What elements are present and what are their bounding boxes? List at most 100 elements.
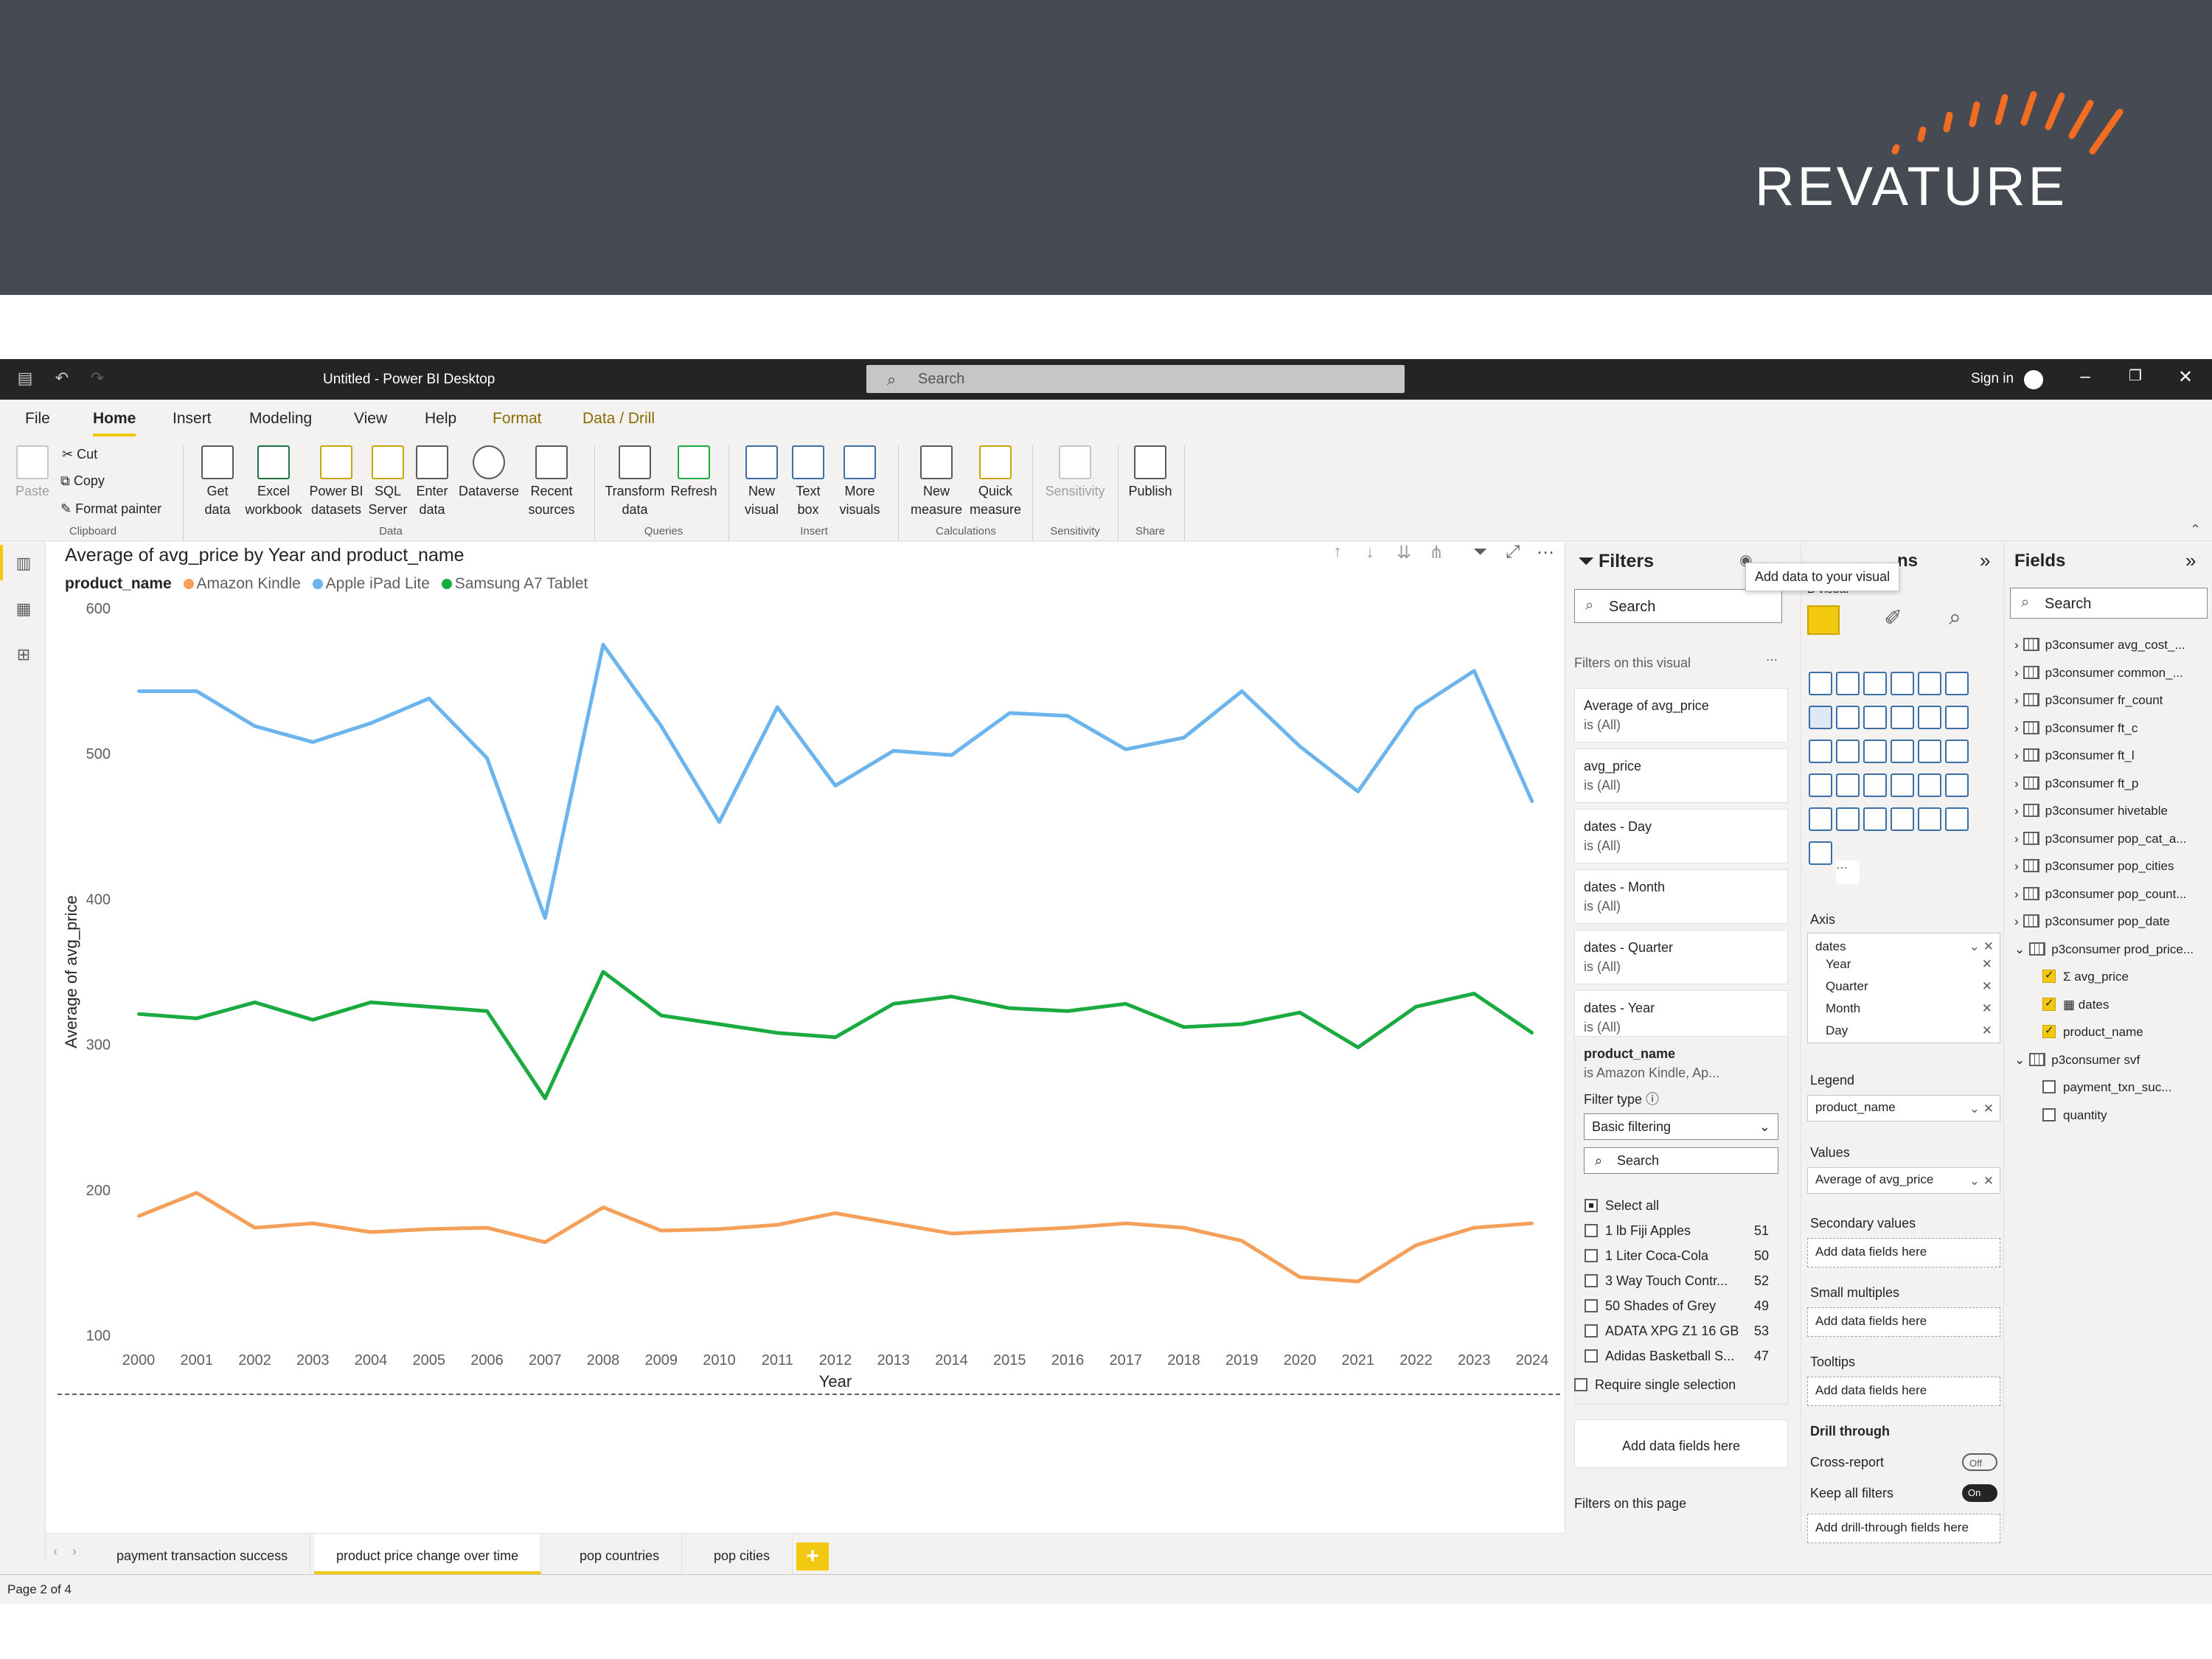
cross-report-toggle[interactable]: Off bbox=[1962, 1453, 1997, 1471]
remove-icon[interactable]: ⌄ ✕ bbox=[1969, 939, 1994, 954]
visual-type-icon[interactable] bbox=[1809, 773, 1832, 797]
field-item[interactable]: ▦ dates bbox=[2014, 997, 2212, 1012]
sql-server-button[interactable]: SQL Server bbox=[367, 445, 408, 519]
filter-value-item[interactable]: 1 Liter Coca-Cola 50 bbox=[1585, 1248, 1769, 1273]
tooltips-well[interactable]: Add data fields here bbox=[1807, 1377, 2000, 1406]
remove-icon[interactable]: ✕ bbox=[1982, 1023, 1992, 1038]
visual-type-icon[interactable] bbox=[1945, 807, 1969, 831]
visual-type-icon[interactable]: ⋯ bbox=[1836, 860, 1860, 884]
checkbox[interactable] bbox=[1585, 1249, 1598, 1262]
page-tab[interactable]: pop countries bbox=[557, 1534, 683, 1575]
next-page-icon[interactable]: › bbox=[72, 1544, 77, 1559]
field-item[interactable]: Σ avg_price bbox=[2014, 970, 2212, 984]
enter-data-button[interactable]: Enter data bbox=[410, 445, 454, 519]
visual-type-icon[interactable] bbox=[1809, 841, 1832, 865]
global-search-input[interactable]: ⌕ Search bbox=[866, 365, 1405, 393]
axis-hierarchy-level[interactable]: Quarter ✕ bbox=[1815, 976, 1992, 998]
checkbox[interactable] bbox=[1585, 1324, 1598, 1338]
copy-button[interactable]: ⧉ Copy bbox=[60, 473, 105, 489]
checkbox[interactable] bbox=[1585, 1299, 1598, 1312]
keep-all-filters-toggle[interactable]: On bbox=[1962, 1484, 1997, 1502]
drill-through-well[interactable]: Add drill-through fields here bbox=[1807, 1514, 2000, 1543]
minimize-icon[interactable]: – bbox=[2070, 366, 2100, 387]
values-well[interactable]: Average of avg_price ⌄ ✕ bbox=[1807, 1167, 2000, 1194]
legend-well[interactable]: product_name ⌄ ✕ bbox=[1807, 1095, 2000, 1121]
visual-type-icon[interactable] bbox=[1918, 740, 1941, 763]
checkbox-checked[interactable] bbox=[2042, 997, 2056, 1011]
axis-well[interactable]: dates ⌄ ✕ Year ✕ Quarter ✕ Month ✕ Day ✕ bbox=[1807, 933, 2000, 1043]
visual-type-icon[interactable] bbox=[1891, 773, 1914, 797]
visual-type-icon[interactable] bbox=[1836, 672, 1860, 695]
filter-card[interactable]: dates - Month is (All) bbox=[1574, 869, 1788, 924]
page-tab-active[interactable]: product price change over time bbox=[314, 1534, 542, 1575]
more-options-icon[interactable]: ⋯ bbox=[1537, 542, 1554, 563]
build-visual-icon[interactable] bbox=[1807, 605, 1840, 635]
field-table[interactable]: › p3consumer hivetable bbox=[2014, 804, 2212, 818]
tab-file[interactable]: File bbox=[25, 410, 50, 428]
field-item[interactable]: payment_txn_suc... bbox=[2014, 1080, 2212, 1095]
remove-icon[interactable]: ⌄ ✕ bbox=[1969, 1102, 1994, 1116]
sign-in-link[interactable]: Sign in bbox=[1971, 371, 2014, 387]
field-table[interactable]: ⌄ p3consumer prod_price... bbox=[2014, 942, 2212, 957]
require-single-checkbox[interactable]: Require single selection bbox=[1574, 1377, 1736, 1393]
visual-type-icon[interactable] bbox=[1945, 672, 1969, 695]
field-item[interactable]: quantity bbox=[2014, 1107, 2212, 1123]
tab-help[interactable]: Help bbox=[425, 410, 456, 428]
line-chart-visual[interactable]: Average of avg_price by Year and product… bbox=[58, 542, 1560, 1395]
remove-icon[interactable]: ⌄ ✕ bbox=[1969, 1174, 1994, 1189]
more-visuals-button[interactable]: More visuals bbox=[830, 445, 889, 519]
visual-type-icon[interactable] bbox=[1891, 740, 1914, 763]
field-table[interactable]: › p3consumer ft_l bbox=[2014, 748, 2212, 763]
field-table[interactable]: › p3consumer pop_cat_a... bbox=[2014, 831, 2212, 846]
format-visual-icon[interactable]: ✐ bbox=[1884, 605, 1902, 631]
visual-type-icon[interactable] bbox=[1918, 672, 1941, 695]
secondary-values-well[interactable]: Add data fields here bbox=[1807, 1238, 2000, 1267]
legend-item[interactable]: Samsung A7 Tablet bbox=[455, 575, 588, 592]
prev-page-icon[interactable]: ‹ bbox=[53, 1544, 58, 1559]
drill-up-icon[interactable]: ↑ bbox=[1333, 542, 1342, 563]
tab-format[interactable]: Format bbox=[493, 410, 542, 428]
visual-type-icon[interactable] bbox=[1918, 706, 1941, 729]
tab-data-drill[interactable]: Data / Drill bbox=[582, 410, 655, 428]
visual-type-icon[interactable] bbox=[1863, 672, 1887, 695]
filter-value-item[interactable]: Select all bbox=[1585, 1198, 1769, 1223]
paste-button[interactable]: Paste bbox=[12, 445, 53, 501]
visual-type-icon[interactable] bbox=[1918, 807, 1941, 831]
axis-hierarchy-level[interactable]: Month ✕ bbox=[1815, 998, 1992, 1020]
remove-icon[interactable]: ✕ bbox=[1982, 1001, 1992, 1016]
redo-icon[interactable]: ↷ bbox=[88, 369, 106, 387]
filter-value-item[interactable]: ADATA XPG Z1 16 GB 53 bbox=[1585, 1324, 1769, 1349]
save-icon[interactable]: ▤ bbox=[16, 369, 34, 387]
visual-type-icon[interactable] bbox=[1836, 740, 1860, 763]
axis-hierarchy-level[interactable]: Day ✕ bbox=[1815, 1020, 1992, 1043]
expand-hierarchy-icon[interactable]: ⋔ bbox=[1429, 542, 1444, 563]
new-measure-button[interactable]: New measure bbox=[907, 445, 966, 519]
drill-down-icon[interactable]: ↓ bbox=[1366, 542, 1374, 563]
remove-icon[interactable]: ✕ bbox=[1982, 979, 1992, 994]
visual-type-icon[interactable] bbox=[1836, 807, 1860, 831]
report-view-icon[interactable]: ▥ bbox=[13, 554, 34, 572]
add-page-button[interactable]: + bbox=[796, 1543, 829, 1571]
excel-workbook-button[interactable]: Excel workbook bbox=[242, 445, 305, 519]
tab-modeling[interactable]: Modeling bbox=[249, 410, 312, 428]
format-painter-button[interactable]: ✎ Format painter bbox=[60, 501, 161, 517]
visual-type-icon[interactable] bbox=[1809, 807, 1832, 831]
visual-type-icon[interactable] bbox=[1863, 740, 1887, 763]
field-table[interactable]: › p3consumer fr_count bbox=[2014, 693, 2212, 708]
quick-measure-button[interactable]: Quick measure bbox=[966, 445, 1025, 519]
filter-value-item[interactable]: 3 Way Touch Contr... 52 bbox=[1585, 1273, 1769, 1298]
tab-insert[interactable]: Insert bbox=[173, 410, 212, 428]
checkbox[interactable] bbox=[2042, 1080, 2056, 1093]
visual-type-icon[interactable] bbox=[1945, 706, 1969, 729]
checkbox[interactable] bbox=[1585, 1349, 1598, 1363]
visual-type-icon[interactable] bbox=[1945, 773, 1969, 797]
field-table[interactable]: › p3consumer avg_cost_... bbox=[2014, 638, 2212, 653]
field-table[interactable]: › p3consumer common_... bbox=[2014, 665, 2212, 681]
refresh-button[interactable]: Refresh bbox=[668, 445, 720, 501]
transform-data-button[interactable]: Transform data bbox=[603, 445, 667, 519]
filter-value-item[interactable]: 50 Shades of Grey 49 bbox=[1585, 1298, 1769, 1324]
filter-values-search[interactable]: ⌕ Search bbox=[1584, 1147, 1778, 1174]
get-data-button[interactable]: Get data bbox=[193, 445, 242, 519]
collapse-pane-icon[interactable]: » bbox=[1980, 549, 1990, 572]
undo-icon[interactable]: ↶ bbox=[53, 369, 71, 387]
